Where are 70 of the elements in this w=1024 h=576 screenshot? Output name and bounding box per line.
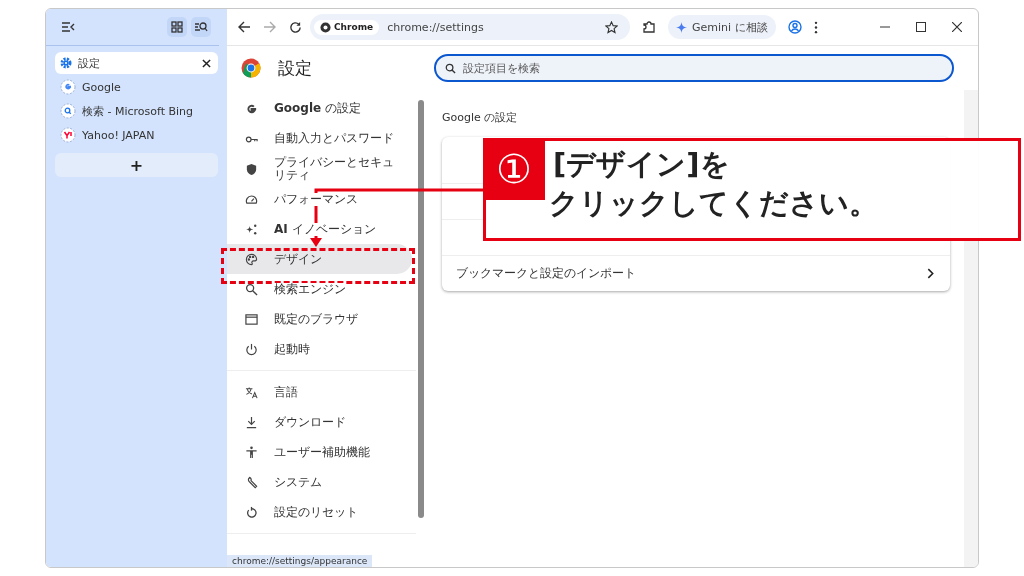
reload-icon[interactable]: [289, 20, 302, 34]
step-number: ①: [483, 138, 545, 200]
tab-groups-button[interactable]: [167, 17, 187, 37]
grid-icon: [171, 21, 183, 33]
instruction-text: [デザイン]を: [553, 146, 731, 183]
nav-item[interactable]: 既定のブラウザ: [227, 304, 412, 335]
nav-item[interactable]: 自動入力とパスワード: [227, 124, 412, 154]
chevron-icon[interactable]: [927, 268, 934, 279]
tab-title: 検索 - Microsoft Bing: [82, 103, 195, 119]
nav-item[interactable]: AI イノベーション: [227, 214, 412, 245]
profile-icon[interactable]: [787, 20, 802, 34]
star-icon[interactable]: [605, 20, 618, 34]
search-icon: [445, 63, 456, 74]
tab[interactable]: 設定: [55, 52, 218, 74]
url-text: chrome://settings: [387, 20, 484, 34]
chrome-logo-icon: [241, 58, 261, 78]
tab[interactable]: Yahoo! JAPAN: [55, 124, 218, 146]
puzzle-icon[interactable]: [642, 20, 656, 34]
window-icon: [245, 312, 258, 326]
power-icon: [245, 342, 258, 356]
collapse-sidebar-icon[interactable]: [60, 19, 76, 35]
menu-icon[interactable]: [813, 20, 818, 34]
close-icon[interactable]: [202, 58, 211, 68]
nav-item[interactable]: 検索エンジン: [227, 274, 412, 305]
nav-item[interactable]: システム: [227, 467, 412, 498]
search-favicon-icon: [60, 103, 76, 119]
tab[interactable]: 検索 - Microsoft Bing: [55, 100, 218, 122]
instruction-text: クリックしてください。: [549, 185, 878, 223]
nav-item[interactable]: 設定のリセット: [227, 497, 412, 528]
address-bar[interactable]: Chrome chrome://settings: [310, 14, 630, 40]
page-title: 設定: [278, 56, 312, 80]
tab[interactable]: Google: [55, 76, 218, 98]
settings-search-field[interactable]: 設定項目を検索: [434, 54, 954, 82]
back-icon[interactable]: [237, 20, 251, 34]
nav-item[interactable]: 起動時: [227, 334, 412, 365]
palette-icon: [245, 252, 258, 266]
person-icon: [245, 445, 258, 459]
nav-item[interactable]: パフォーマンス: [227, 184, 412, 215]
close-icon[interactable]: [952, 22, 962, 32]
gear-icon: [60, 57, 72, 69]
new-tab-button[interactable]: +: [55, 153, 218, 177]
gauge-icon: [245, 192, 258, 206]
sparkle-icon: [676, 21, 687, 33]
maximize-icon[interactable]: [916, 22, 926, 32]
tab-title: Google: [82, 80, 122, 94]
tab-title: Yahoo! JAPAN: [82, 128, 156, 142]
reset-icon: [245, 505, 258, 519]
search-icon: [245, 282, 258, 296]
list-search-icon: [194, 21, 208, 33]
translate-icon: [245, 385, 258, 399]
chrome-chip[interactable]: Chrome: [314, 19, 380, 35]
google-favicon-icon: [60, 79, 76, 95]
status-url: chrome://settings/appearance: [227, 555, 373, 567]
g-icon: [245, 102, 258, 116]
row-label[interactable]: ブックマークと設定のインポート: [456, 265, 636, 282]
nav-item[interactable]: ダウンロード: [227, 407, 412, 438]
tab-search-button[interactable]: [191, 17, 211, 37]
download-icon: [245, 415, 258, 429]
wrench-icon: [245, 475, 258, 489]
nav-item[interactable]: Google の設定: [227, 94, 412, 124]
chrome-icon: [320, 21, 331, 33]
nav-item[interactable]: デザイン: [227, 244, 412, 275]
nav-item[interactable]: 言語: [227, 377, 412, 408]
tab-title: 設定: [78, 55, 101, 71]
sparkle-icon: [245, 222, 258, 236]
yahoo-favicon-icon: [60, 127, 76, 143]
shield-icon: [245, 162, 258, 176]
section-title: Google の設定: [442, 110, 519, 125]
gemini-button[interactable]: Gemini に相談: [668, 15, 776, 39]
nav-item[interactable]: ユーザー補助機能: [227, 437, 412, 468]
